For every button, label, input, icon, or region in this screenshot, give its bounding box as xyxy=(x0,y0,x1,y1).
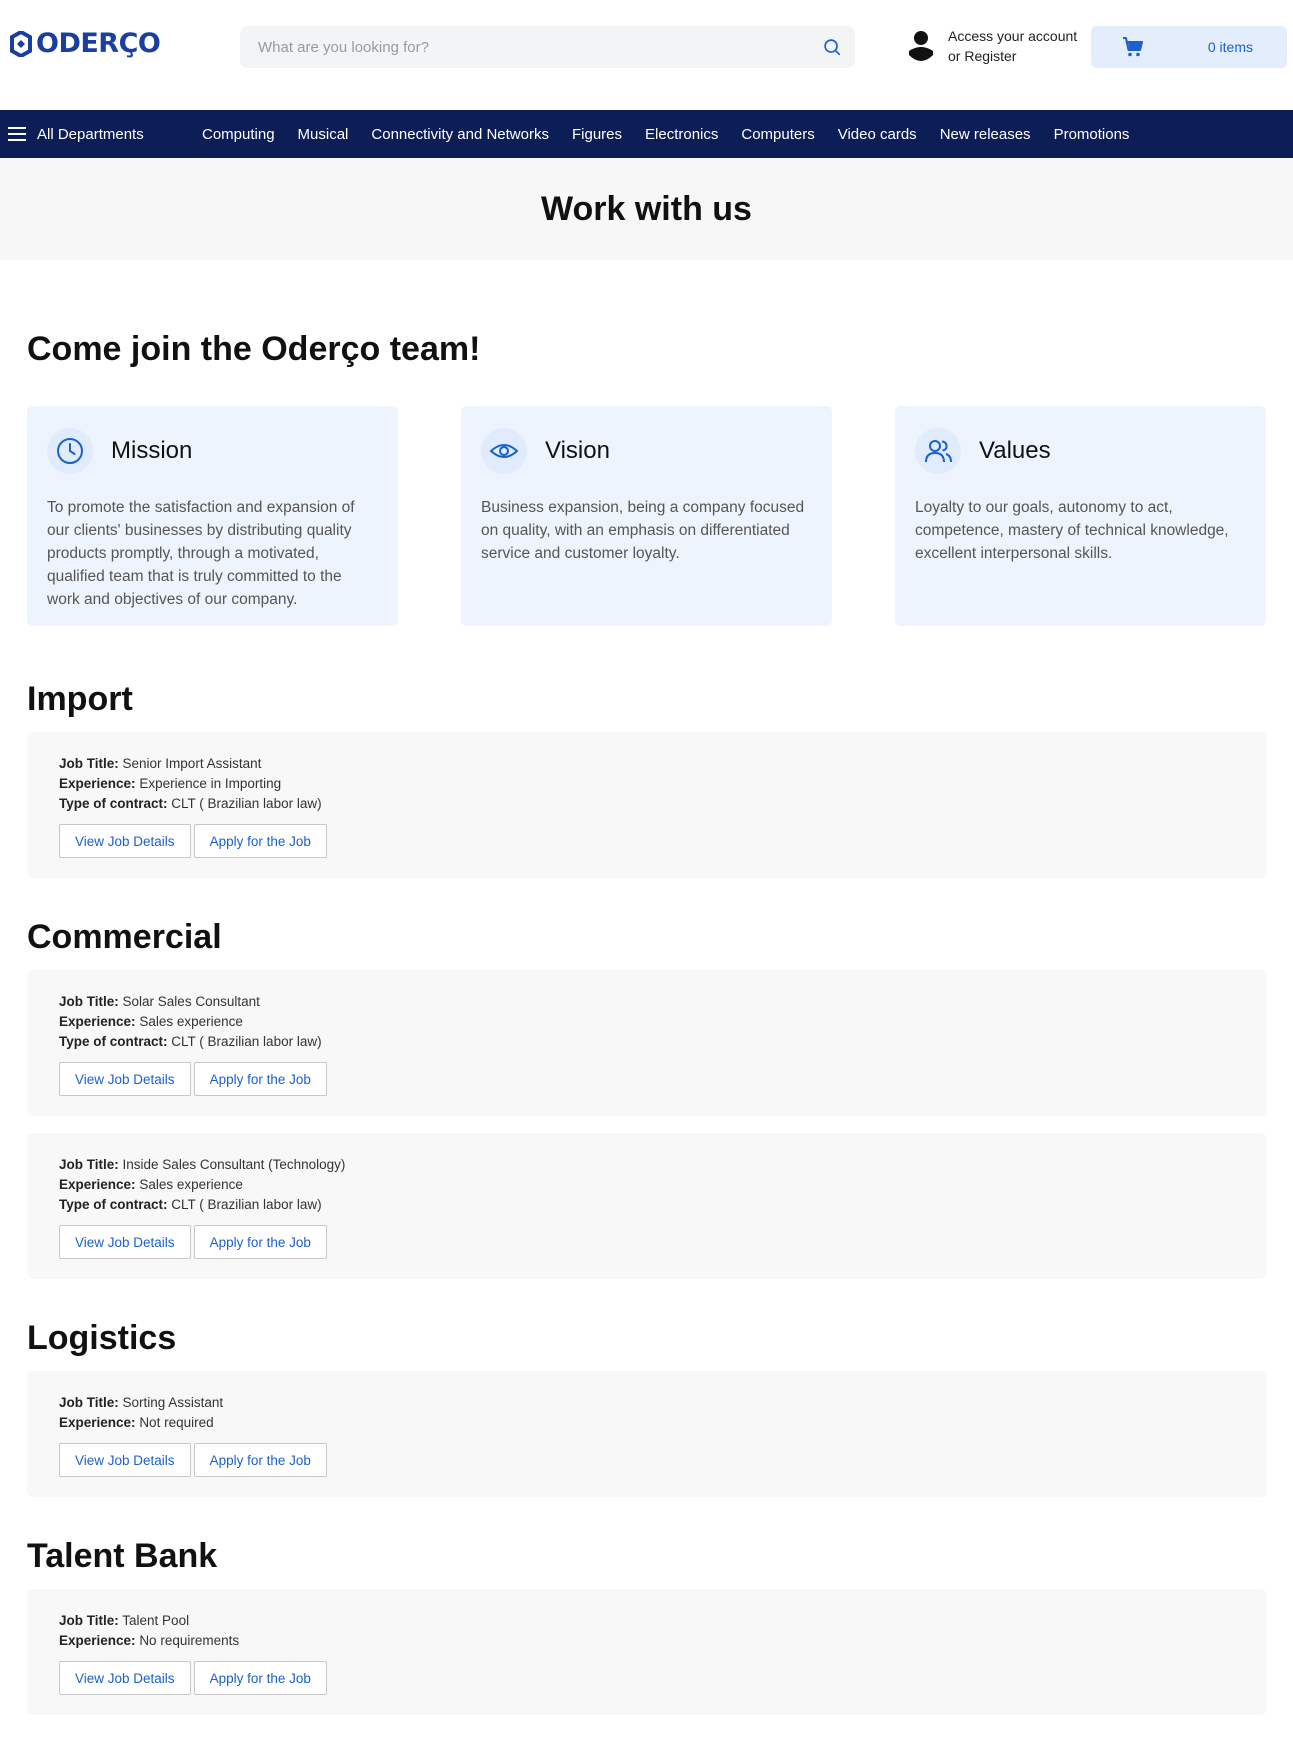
card-text: Business expansion, being a company focu… xyxy=(481,499,805,562)
page-title: Work with us xyxy=(541,189,752,228)
eye-icon xyxy=(481,428,527,474)
account-line-2: or Register xyxy=(948,48,1017,64)
job-card: Job Title: Sorting Assistant Experience:… xyxy=(27,1371,1267,1497)
apply-job-button[interactable]: Apply for the Job xyxy=(193,1062,327,1096)
apply-job-button[interactable]: Apply for the Job xyxy=(193,824,327,858)
account-text: Access your account or Register xyxy=(948,26,1077,66)
logo-mark-icon xyxy=(10,30,32,57)
nav-item-computers[interactable]: Computers xyxy=(741,126,814,143)
vision-card: Vision Business expansion, being a compa… xyxy=(461,406,832,626)
all-departments-label: All Departments xyxy=(37,125,144,143)
nav-item-musical[interactable]: Musical xyxy=(298,126,349,143)
contract-line: Type of contract: CLT ( Brazilian labor … xyxy=(59,1197,322,1212)
job-title-line: Job Title: Sorting Assistant xyxy=(59,1395,224,1410)
account-link[interactable]: Access your account or Register xyxy=(908,26,1077,66)
card-title: Mission xyxy=(111,437,193,464)
nav-item-figures[interactable]: Figures xyxy=(572,126,622,143)
nav-item-computing[interactable]: Computing xyxy=(202,126,275,143)
page-banner: Work with us xyxy=(0,158,1293,260)
search-bar xyxy=(240,26,855,68)
experience-line: Experience: Experience in Importing xyxy=(59,776,282,791)
hamburger-icon xyxy=(8,127,26,141)
contract-line: Type of contract: CLT ( Brazilian labor … xyxy=(59,1034,322,1049)
experience-line: Experience: No requirements xyxy=(59,1633,240,1648)
mission-card: Mission To promote the satisfaction and … xyxy=(27,406,398,626)
search-icon[interactable] xyxy=(821,36,843,58)
section-title-import: Import xyxy=(27,680,133,718)
nav-item-video-cards[interactable]: Video cards xyxy=(838,126,917,143)
job-card: Job Title: Senior Import Assistant Exper… xyxy=(27,732,1267,878)
section-title-commercial: Commercial xyxy=(27,918,222,956)
nav-item-new-releases[interactable]: New releases xyxy=(940,126,1031,143)
nav-item-electronics[interactable]: Electronics xyxy=(645,126,718,143)
all-departments-menu[interactable]: All Departments xyxy=(8,126,202,143)
main-nav: All Departments Computing Musical Connec… xyxy=(0,110,1293,158)
apply-job-button[interactable]: Apply for the Job xyxy=(193,1443,327,1477)
job-card: Job Title: Talent Pool Experience: No re… xyxy=(27,1589,1267,1715)
card-title: Values xyxy=(979,437,1051,464)
apply-job-button[interactable]: Apply for the Job xyxy=(193,1661,327,1695)
intro-heading: Come join the Oderço team! xyxy=(27,330,481,368)
view-job-details-button[interactable]: View Job Details xyxy=(59,1661,191,1695)
job-title-line: Job Title: Solar Sales Consultant xyxy=(59,994,260,1009)
nav-item-connectivity[interactable]: Connectivity and Networks xyxy=(371,126,549,143)
apply-job-button[interactable]: Apply for the Job xyxy=(193,1225,327,1259)
card-title: Vision xyxy=(545,437,610,464)
cart-count: 0 items xyxy=(1207,39,1253,55)
experience-line: Experience: Sales experience xyxy=(59,1177,243,1192)
clock-icon xyxy=(47,428,93,474)
view-job-details-button[interactable]: View Job Details xyxy=(59,1443,191,1477)
experience-line: Experience: Sales experience xyxy=(59,1014,243,1029)
section-title-logistics: Logistics xyxy=(27,1319,177,1357)
job-card: Job Title: Solar Sales Consultant Experi… xyxy=(27,970,1267,1116)
cart-icon xyxy=(1123,37,1143,57)
user-icon xyxy=(909,31,933,61)
search-input[interactable] xyxy=(240,38,821,56)
experience-line: Experience: Not required xyxy=(59,1415,214,1430)
job-title-line: Job Title: Talent Pool xyxy=(59,1613,190,1628)
logo-text: ODERÇO xyxy=(36,28,161,59)
account-line-1: Access your account xyxy=(948,28,1078,44)
job-title-line: Job Title: Senior Import Assistant xyxy=(59,756,262,771)
site-header: ODERÇO Access your account or Register 0… xyxy=(0,0,1293,110)
oderco-logo[interactable]: ODERÇO xyxy=(8,28,161,59)
cart-button[interactable]: 0 items xyxy=(1091,26,1287,68)
users-icon xyxy=(915,428,961,474)
view-job-details-button[interactable]: View Job Details xyxy=(59,824,191,858)
contract-line: Type of contract: CLT ( Brazilian labor … xyxy=(59,796,322,811)
values-card: Values Loyalty to our goals, autonomy to… xyxy=(895,406,1266,626)
card-text: Loyalty to our goals, autonomy to act, c… xyxy=(915,499,1229,562)
card-text: To promote the satisfaction and expansio… xyxy=(47,499,355,608)
job-card: Job Title: Inside Sales Consultant (Tech… xyxy=(27,1133,1267,1279)
job-title-line: Job Title: Inside Sales Consultant (Tech… xyxy=(59,1157,346,1172)
view-job-details-button[interactable]: View Job Details xyxy=(59,1225,191,1259)
nav-item-promotions[interactable]: Promotions xyxy=(1054,126,1130,143)
section-title-talent-bank: Talent Bank xyxy=(27,1537,218,1575)
view-job-details-button[interactable]: View Job Details xyxy=(59,1062,191,1096)
